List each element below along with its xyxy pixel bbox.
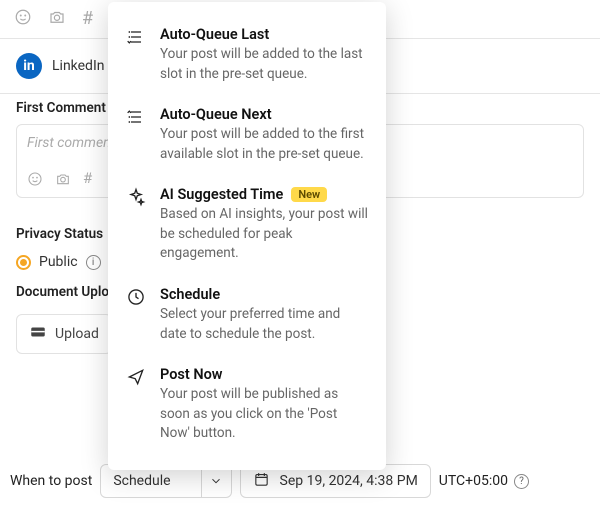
calendar-icon xyxy=(253,471,270,492)
privacy-option-label: Public xyxy=(39,254,78,270)
emoji-icon[interactable] xyxy=(14,8,32,30)
upload-button[interactable]: Upload xyxy=(16,314,112,354)
menu-item-desc: Based on AI insights, your post will be … xyxy=(160,205,368,264)
linkedin-icon: in xyxy=(16,53,42,79)
queue-next-icon xyxy=(126,106,148,164)
menu-item-desc: Your post will be added to the last slot… xyxy=(160,45,368,84)
menu-item-desc: Your post will be added to the first ava… xyxy=(160,125,368,164)
timezone-display: UTC+05:00 ? xyxy=(439,473,529,489)
menu-item-title: Auto-Queue Next xyxy=(160,106,272,123)
menu-item-post-now[interactable]: Post Now Your post will be published as … xyxy=(114,356,380,456)
radio-selected-icon xyxy=(16,255,31,270)
when-to-post-label: When to post xyxy=(10,473,92,489)
hashtag-icon[interactable]: # xyxy=(82,10,93,28)
menu-item-title: Auto-Queue Last xyxy=(160,26,269,43)
info-icon[interactable]: i xyxy=(86,255,101,270)
menu-item-title: Schedule xyxy=(160,286,220,303)
menu-item-auto-queue-last[interactable]: Auto-Queue Last Your post will be added … xyxy=(114,16,380,96)
timezone-value: UTC+05:00 xyxy=(439,473,508,489)
help-icon[interactable]: ? xyxy=(514,474,529,489)
queue-last-icon xyxy=(126,26,148,84)
send-icon xyxy=(126,366,148,444)
menu-item-desc: Your post will be published as soon as y… xyxy=(160,385,368,444)
menu-item-ai-suggested-time[interactable]: AI Suggested Time New Based on AI insigh… xyxy=(114,176,380,276)
hashtag-icon[interactable]: # xyxy=(83,171,92,191)
new-badge: New xyxy=(291,187,327,202)
upload-button-label: Upload xyxy=(55,326,99,342)
datetime-value: Sep 19, 2024, 4:38 PM xyxy=(280,473,418,489)
upload-file-icon xyxy=(29,323,47,345)
emoji-icon[interactable] xyxy=(27,171,43,191)
menu-item-schedule[interactable]: Schedule Select your preferred time and … xyxy=(114,276,380,356)
clock-icon xyxy=(126,286,148,344)
sparkle-icon xyxy=(126,186,148,264)
chevron-down-icon[interactable] xyxy=(201,465,231,497)
menu-item-desc: Select your preferred time and date to s… xyxy=(160,305,368,344)
schedule-select-value: Schedule xyxy=(101,465,200,497)
platform-name: LinkedIn xyxy=(52,58,105,74)
menu-item-title: Post Now xyxy=(160,366,223,383)
menu-item-title: AI Suggested Time xyxy=(160,186,283,203)
schedule-options-menu: Auto-Queue Last Your post will be added … xyxy=(108,2,386,470)
camera-icon[interactable] xyxy=(48,8,66,30)
camera-icon[interactable] xyxy=(55,171,71,191)
menu-item-auto-queue-next[interactable]: Auto-Queue Next Your post will be added … xyxy=(114,96,380,176)
